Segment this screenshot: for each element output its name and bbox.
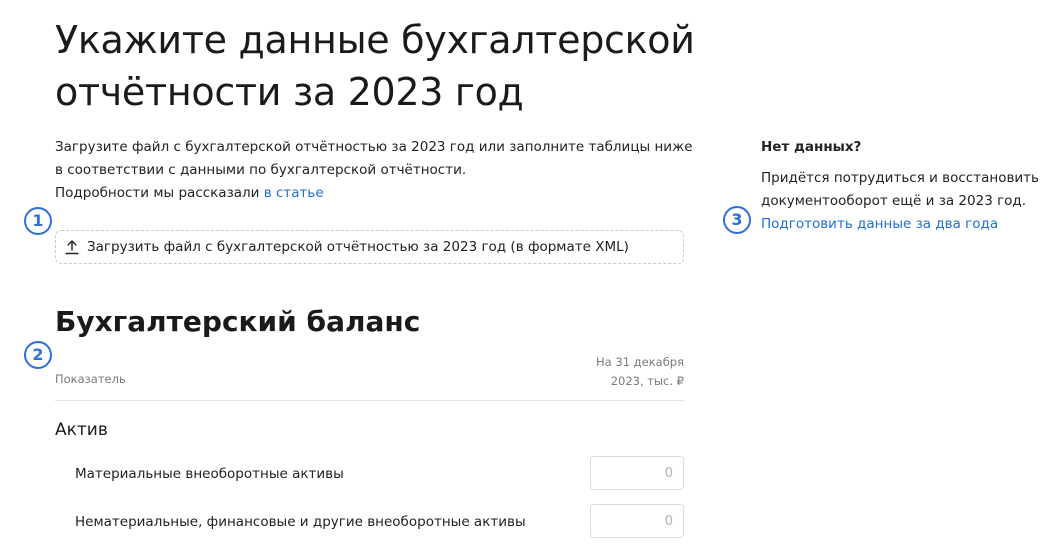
upload-file-button[interactable]: Загрузить файл с бухгалтерской отчётност… <box>55 230 684 264</box>
marker-2: 2 <box>24 341 52 369</box>
intro-line-1: Загрузите файл с бухгалтерской отчётност… <box>55 139 693 155</box>
column-header-date-line-2: 2023, тыс. ₽ <box>610 374 684 388</box>
intro-details-prefix: Подробности мы рассказали <box>55 185 264 201</box>
intangible-assets-input[interactable] <box>590 504 684 538</box>
intro-line-2: в соответствии с данными по бухгалтерско… <box>55 162 467 178</box>
group-title-assets: Актив <box>55 420 108 440</box>
intro-details: Подробности мы рассказали в статье <box>55 182 695 205</box>
balance-title: Бухгалтерский баланс <box>55 305 421 338</box>
no-data-text: Придётся потрудиться и восстановить доку… <box>761 170 1040 209</box>
prepare-two-years-link[interactable]: Подготовить данные за два года <box>761 216 998 232</box>
upload-file-label: Загрузить файл с бухгалтерской отчётност… <box>87 239 629 255</box>
upload-icon <box>65 240 79 255</box>
no-data-title: Нет данных? <box>761 139 862 155</box>
page-title: Укажите данные бухгалтерской отчётности … <box>55 18 695 114</box>
intro-text: Загрузите файл с бухгалтерской отчётност… <box>55 136 695 205</box>
column-header-date-line-1: На 31 декабря <box>596 355 684 369</box>
column-header-indicator: Показатель <box>55 372 126 386</box>
column-header-date: На 31 декабря 2023, тыс. ₽ <box>520 353 684 391</box>
no-data-panel: Нет данных? Придётся потрудиться и восст… <box>761 136 1051 236</box>
marker-3: 3 <box>723 206 751 234</box>
row-label-intangible-assets: Нематериальные, финансовые и другие внео… <box>75 514 526 530</box>
header-divider <box>55 400 684 401</box>
tangible-assets-input[interactable] <box>590 456 684 490</box>
article-link[interactable]: в статье <box>264 185 324 201</box>
row-label-tangible-assets: Материальные внеоборотные активы <box>75 466 344 482</box>
marker-1: 1 <box>24 207 52 235</box>
